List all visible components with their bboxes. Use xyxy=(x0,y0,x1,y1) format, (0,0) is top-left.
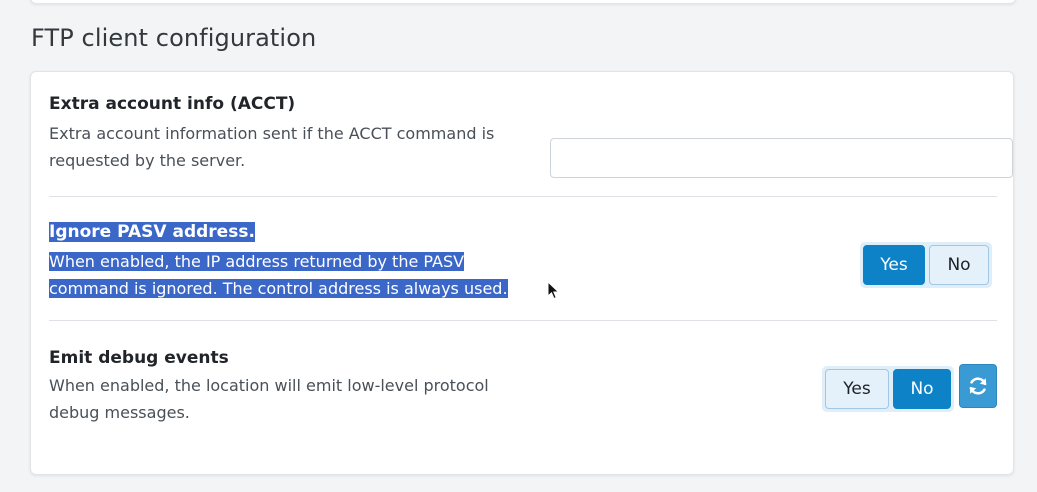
debug-no-button[interactable]: No xyxy=(893,369,951,409)
setting-description: When enabled, the IP address returned by… xyxy=(49,248,569,302)
acct-input[interactable] xyxy=(550,138,1013,178)
pasv-toggle-group: Yes No xyxy=(860,242,992,288)
setting-label: Emit debug events xyxy=(49,348,229,368)
setting-description: Extra account information sent if the AC… xyxy=(49,120,529,174)
setting-row-debug: Emit debug events When enabled, the loca… xyxy=(49,346,997,446)
debug-toggle-group: Yes No xyxy=(822,366,954,412)
row-divider xyxy=(49,196,997,197)
description-line: When enabled, the IP address returned by… xyxy=(49,252,465,271)
setting-row-acct: Extra account info (ACCT) Extra account … xyxy=(49,92,1013,192)
setting-description: When enabled, the location will emit low… xyxy=(49,372,529,426)
previous-section-card xyxy=(30,0,1016,4)
description-line: When enabled, the location will emit low… xyxy=(49,376,489,395)
pasv-yes-button[interactable]: Yes xyxy=(863,245,925,285)
refresh-icon xyxy=(969,377,987,395)
pasv-no-button[interactable]: No xyxy=(929,245,989,285)
debug-yes-button[interactable]: Yes xyxy=(825,369,889,409)
setting-label: Extra account info (ACCT) xyxy=(49,94,296,114)
setting-label: Ignore PASV address. xyxy=(49,222,255,242)
ftp-settings-card: Extra account info (ACCT) Extra account … xyxy=(30,71,1014,475)
ftp-config-page: FTP client configuration Extra account i… xyxy=(0,0,1037,492)
section-title: FTP client configuration xyxy=(31,24,317,52)
description-line: command is ignored. The control address … xyxy=(49,279,508,298)
row-divider xyxy=(49,320,997,321)
mouse-cursor-icon xyxy=(547,281,560,300)
description-line: Extra account information sent if the AC… xyxy=(49,124,495,143)
description-line: requested by the server. xyxy=(49,151,246,170)
setting-row-pasv: Ignore PASV address. When enabled, the I… xyxy=(49,220,997,320)
description-line: debug messages. xyxy=(49,403,190,422)
debug-reset-button[interactable] xyxy=(959,364,997,408)
